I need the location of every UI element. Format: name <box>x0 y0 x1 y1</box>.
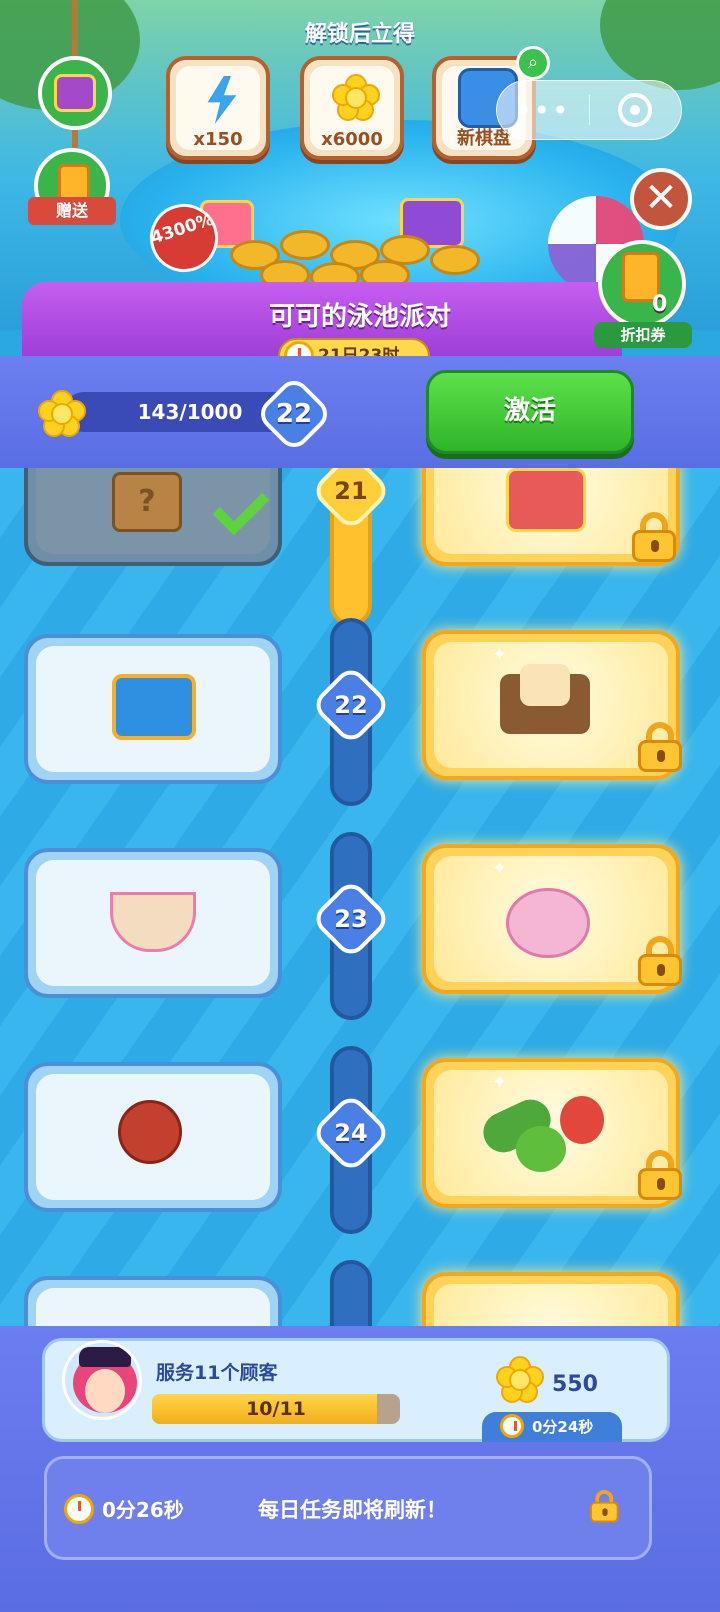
task-title: 服务11个顾客 <box>156 1362 278 1384</box>
task-reward-amount: 550 <box>552 1372 598 1397</box>
free-reward-card[interactable]: ? <box>24 468 282 566</box>
more-menu-icon[interactable]: ••• <box>497 94 589 127</box>
premium-reward-card[interactable]: ✦ <box>422 844 682 994</box>
activate-button[interactable]: 激活 <box>426 370 634 454</box>
clock-icon <box>64 1494 94 1524</box>
level-number: 23 <box>334 905 368 933</box>
rope-decoration <box>72 0 78 58</box>
discount-coupon[interactable]: 0 折扣券 <box>594 240 692 348</box>
customer-avatar <box>62 1340 142 1420</box>
flower-coin-icon <box>332 74 380 122</box>
level-number: 24 <box>334 1119 368 1147</box>
treasure-pile-decoration <box>200 190 500 292</box>
free-reward-card[interactable] <box>24 1276 282 1326</box>
daily-refresh-timer: 0分26秒 <box>102 1498 184 1522</box>
clock-icon <box>500 1414 524 1438</box>
reward-flower-label: x6000 <box>321 129 383 150</box>
mystery-chest-icon <box>506 468 586 532</box>
premium-reward-card[interactable]: ✦ <box>422 630 682 780</box>
gift-box-icon <box>54 74 96 112</box>
coupon-label: 折扣券 <box>594 322 692 348</box>
track-rail <box>330 1260 372 1326</box>
reward-energy-label: x150 <box>193 129 243 150</box>
coupon-count: 0 <box>652 292 668 317</box>
unlock-rewards-title: 解锁后立得 <box>304 22 415 47</box>
send-gift-label: 赠送 <box>28 197 116 225</box>
broccoli-icon <box>516 1126 566 1172</box>
premium-reward-card[interactable] <box>422 1272 680 1326</box>
reward-energy-card[interactable]: x150 <box>166 56 270 160</box>
mystery-box-icon: ? <box>112 472 182 532</box>
close-button[interactable]: ✕ <box>630 168 692 230</box>
free-reward-card[interactable] <box>24 634 282 784</box>
treasure-chest-icon <box>112 674 196 740</box>
premium-reward-card[interactable]: ✦ <box>422 1058 682 1208</box>
level-number: 21 <box>334 477 368 505</box>
level-number: 22 <box>334 691 368 719</box>
daily-refresh-message: 每日任务即将刷新！ <box>258 1498 447 1522</box>
miniprogram-capsule: ••• <box>496 80 682 140</box>
close-miniprogram-icon[interactable] <box>590 93 682 127</box>
task-progress-text: 10/11 <box>246 1398 306 1420</box>
free-reward-card[interactable] <box>24 848 282 998</box>
task-timer: 0分24秒 <box>482 1412 622 1442</box>
reward-track-list[interactable]: ? 21 22 ✦ 23 ✦ 24 ✦ <box>0 468 720 1326</box>
free-reward-card[interactable] <box>24 1062 282 1212</box>
flower-coin-icon <box>496 1356 544 1404</box>
pomegranate-icon <box>118 1100 182 1164</box>
lock-icon <box>638 722 682 772</box>
strawberry-icon <box>560 1096 604 1144</box>
magnifier-icon[interactable]: ⌕ <box>516 46 550 80</box>
gift-box-button[interactable] <box>38 56 112 130</box>
lock-icon <box>638 1150 682 1200</box>
piggy-bank-icon <box>506 888 590 958</box>
lock-icon <box>638 936 682 986</box>
flower-coin-icon <box>38 390 86 438</box>
premium-reward-card[interactable] <box>422 468 680 566</box>
current-level: 22 <box>275 399 313 429</box>
lock-icon <box>632 512 676 562</box>
cake-icon <box>520 664 570 706</box>
task-timer-text: 0分24秒 <box>532 1418 594 1436</box>
lock-icon <box>590 1490 619 1523</box>
reward-flower-card[interactable]: x6000 <box>300 56 404 160</box>
